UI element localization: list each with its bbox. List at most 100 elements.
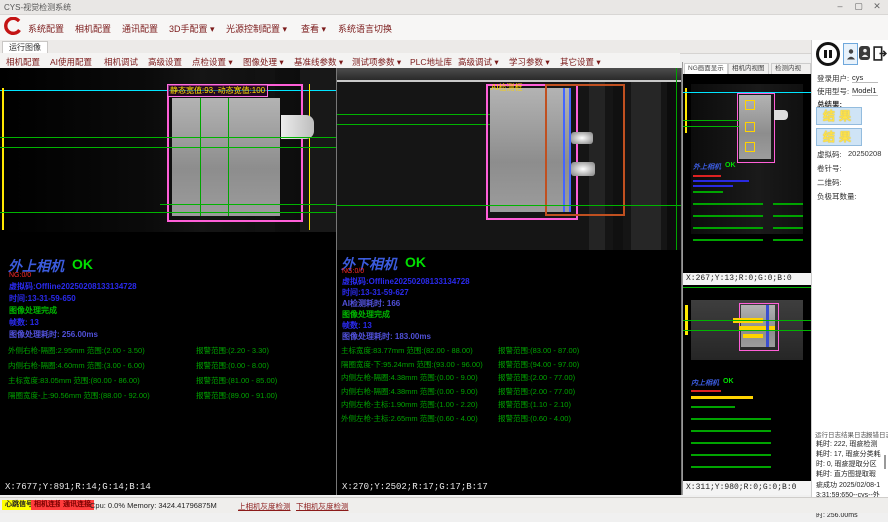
text-line	[691, 390, 721, 392]
user-icon	[861, 48, 869, 58]
green-edge-line	[228, 98, 229, 216]
tab-camera-view[interactable]: 相机内视图	[728, 63, 769, 74]
thumb1-result: OK	[725, 162, 736, 169]
text-line	[773, 203, 803, 205]
green-measure-line	[0, 137, 336, 138]
minimize-button[interactable]: –	[834, 1, 848, 11]
text-line	[691, 454, 771, 456]
toolbar-advanced-debug[interactable]: 高级调试 ▾	[458, 56, 499, 68]
right-info-panel: 登录用户: cys 使用型号: Model1 总结果: 结果 结果 虚拟码: 2…	[811, 40, 888, 497]
thumb1-pixel-coords: X:267;Y:13;R:0;G:0;B:0	[683, 273, 814, 285]
toolbar-learn-params[interactable]: 学习参数 ▾	[509, 56, 550, 68]
toolbar-baseline-params[interactable]: 基准线参数 ▾	[294, 56, 343, 68]
menu-item-camera-config[interactable]: 相机配置	[75, 22, 111, 35]
menu-item-system-config[interactable]: 系统配置	[28, 22, 64, 35]
green-measure-line	[0, 212, 336, 213]
text-line	[773, 239, 803, 241]
machine-shadow	[300, 68, 336, 232]
center-cam-done: 图像处理完成	[342, 309, 390, 320]
pause-button[interactable]	[816, 42, 840, 66]
thumb2-pixel-coords: X:311;Y:980;R:0;G:0;B:0	[683, 481, 814, 495]
titlebar: CYS-视觉检测系统 – ▢ ✕	[0, 0, 888, 15]
text-line	[693, 215, 763, 217]
toolbar-test-params[interactable]: 测试项参数 ▾	[352, 56, 401, 68]
user-icon	[846, 48, 856, 61]
log-scrollbar[interactable]	[884, 455, 886, 469]
menu-item-view[interactable]: 查看 ▾	[301, 22, 326, 35]
main-area: 静态宽值:93, 动态宽值:100 外上相机 OK NG:0/0 虚拟码:Off…	[0, 68, 682, 495]
toolbar-other-settings[interactable]: 其它设置 ▾	[560, 56, 601, 68]
text-line	[773, 215, 803, 217]
login-user-button[interactable]	[843, 43, 858, 65]
tab-run-image[interactable]: 运行图像	[2, 41, 48, 53]
center-cam-ai-elapsed: AI检测耗时: 166	[342, 298, 400, 309]
menu-item-comm-config[interactable]: 通讯配置	[122, 22, 158, 35]
center-pixel-coords: X:270;Y:2502;R:17;G:17;B:17	[342, 482, 488, 492]
green-measure-line	[683, 120, 739, 121]
green-measure-line	[160, 204, 336, 205]
menu-item-3d-config[interactable]: 3D手配置 ▾	[169, 22, 215, 35]
toolbar-image-process[interactable]: 图像处理 ▾	[243, 56, 284, 68]
part-image	[172, 98, 280, 216]
left-camera-view[interactable]: 静态宽值:93, 动态宽值:100	[0, 68, 336, 232]
machine-shadow	[667, 82, 681, 250]
left-cam-elapsed: 图像处理耗时: 256.00ms	[9, 329, 98, 340]
thumbnail-camera-1[interactable]: 外上相机 OK	[683, 74, 811, 273]
text-line	[691, 418, 771, 420]
center-camera-view[interactable]: AI检测框	[337, 68, 681, 250]
app-logo-icon	[3, 17, 23, 37]
machine-shadow	[631, 82, 661, 250]
machine-top-band	[337, 68, 681, 80]
ai-box-label: AI检测框	[491, 82, 523, 93]
yellow-marker	[745, 100, 755, 110]
center-camera-panel: AI检测框 外下相机 OK NG:0/0 虚拟码:Offline20250208…	[337, 68, 682, 495]
model-value[interactable]: Model1	[852, 86, 878, 96]
toolbar-ai-usage[interactable]: AI使用配置	[50, 56, 92, 68]
text-line	[693, 203, 763, 205]
exit-button[interactable]	[872, 44, 887, 63]
text-line	[691, 396, 753, 399]
close-button[interactable]: ✕	[871, 1, 885, 12]
center-cam-time: 时间:13-31-59-627	[342, 287, 409, 298]
left-cam-barcode: 虚拟码:Offline20250208133134728	[9, 281, 137, 292]
overlay-text-line	[743, 334, 763, 338]
log-tab-error[interactable]: 报错日志	[866, 429, 888, 439]
lower-camera-gray-link[interactable]: 下相机灰度检测	[296, 501, 349, 512]
center-cam-frames: 帧数: 13	[342, 320, 372, 331]
left-pixel-coords: X:7677;Y:891;R:14;G:14;B:14	[5, 482, 151, 492]
green-measure-line	[683, 330, 811, 331]
center-cam-result: OK	[405, 254, 426, 270]
log-tab-result[interactable]: 结果日志	[841, 429, 867, 439]
toolbar-plc-library[interactable]: PLC地址库	[410, 56, 452, 68]
menu-item-language-switch[interactable]: 系统语言切换	[338, 22, 392, 35]
tab-count-label: 负极耳数量:	[817, 191, 857, 202]
cpu-memory-readout: Cpu: 0.0% Memory: 3424.41796875M	[90, 501, 217, 510]
toolbar-advanced-set[interactable]: 高级设置	[148, 56, 182, 68]
center-cam-ng: NG:0/0	[342, 268, 364, 275]
login-user-value[interactable]: cys	[852, 73, 878, 83]
tab-detect-view[interactable]: 检测内视图	[771, 63, 811, 74]
left-cam-frames: 帧数: 13	[9, 317, 39, 328]
thumbnail-camera-2[interactable]: 内上相机 OK	[683, 285, 811, 481]
user-button[interactable]	[859, 46, 870, 60]
thumb2-title: 内上相机	[691, 378, 719, 388]
menu-item-light-config[interactable]: 光源控制配置 ▾	[226, 22, 287, 35]
left-camera-panel: 静态宽值:93, 动态宽值:100 外上相机 OK NG:0/0 虚拟码:Off…	[0, 68, 337, 495]
green-edge-line	[200, 98, 201, 216]
log-tab-run[interactable]: 运行日志	[815, 429, 841, 439]
blue-edge-line	[569, 88, 571, 212]
text-line	[691, 442, 771, 444]
toolbar-spot-check[interactable]: 点检设置 ▾	[192, 56, 233, 68]
reel-number-label: 卷针号:	[817, 163, 842, 174]
center-cam-barcode: 虚拟码:Offline20250208133134728	[342, 276, 470, 287]
toolbar-camera-debug[interactable]: 相机调试	[104, 56, 138, 68]
maximize-button[interactable]: ▢	[852, 1, 866, 12]
upper-camera-gray-link[interactable]: 上相机灰度检测	[238, 501, 291, 512]
comm-connect-badge: 通讯连接	[60, 500, 94, 510]
thumb2-result: OK	[723, 378, 734, 385]
text-line	[773, 227, 803, 229]
toolbar-camera-config[interactable]: 相机配置	[6, 56, 40, 68]
text-line	[693, 175, 721, 177]
tab-ng-display[interactable]: NG画面显示	[684, 63, 728, 74]
blue-edge-line	[766, 305, 769, 347]
